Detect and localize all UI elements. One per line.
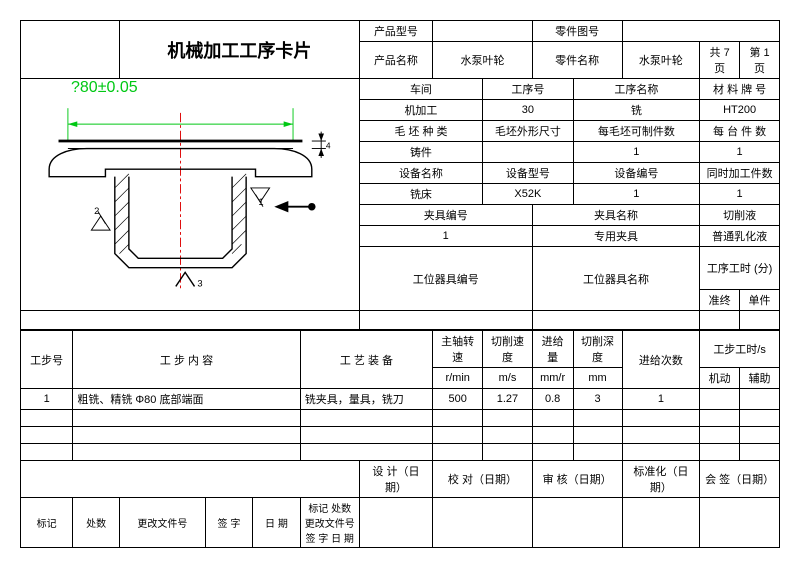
step-content: 粗铣、精铣 Φ80 底部端面 <box>73 389 300 410</box>
depth-header: 切削深度 <box>573 330 622 368</box>
part-drawing-no-label: 零件图号 <box>532 21 622 42</box>
step-no: 1 <box>21 389 73 410</box>
feed-unit: mm/r <box>532 368 573 389</box>
step-no-header: 工步号 <box>21 330 73 389</box>
audit-label: 审 核（日期） <box>532 461 622 498</box>
parts-per-blank-label: 每毛坯可制件数 <box>573 121 700 142</box>
svg-text:1: 1 <box>258 197 263 207</box>
table-row <box>21 444 780 461</box>
sign-label: 会 签（日期） <box>700 461 780 498</box>
table-row <box>21 410 780 427</box>
svg-text:2: 2 <box>94 206 99 216</box>
product-name-label: 产品名称 <box>359 42 432 79</box>
tool-name-label: 工位器具名称 <box>532 247 699 311</box>
date-label: 日 期 <box>253 498 301 548</box>
equip-no-value: 1 <box>573 184 700 205</box>
coolant-label: 切削液 <box>700 205 780 226</box>
check-label: 校 对（日期） <box>433 461 533 498</box>
depth-unit: mm <box>573 368 622 389</box>
process-time-label: 工序工时 (分) <box>700 247 780 290</box>
part-name-label: 零件名称 <box>532 42 622 79</box>
process-name-label: 工序名称 <box>573 79 700 100</box>
product-model-label: 产品型号 <box>359 21 432 42</box>
page-no: 第 1 页 <box>740 42 780 79</box>
tool-no-label: 工位器具编号 <box>359 247 532 311</box>
process-name-value: 铣 <box>573 100 700 121</box>
table-row <box>21 427 780 444</box>
step-spindle: 500 <box>433 389 483 410</box>
coolant-value: 普通乳化液 <box>700 226 780 247</box>
cut-speed-header: 切削速度 <box>483 330 533 368</box>
spindle-unit: r/min <box>433 368 483 389</box>
equip-name-value: 铣床 <box>359 184 482 205</box>
equip-model-label: 设备型号 <box>483 163 573 184</box>
spindle-header: 主轴转速 <box>433 330 483 368</box>
machine-header: 机动 <box>700 368 740 389</box>
workshop-value: 机加工 <box>359 100 482 121</box>
signed-label: 签 字 <box>205 498 252 548</box>
cut-speed-unit: m/s <box>483 368 533 389</box>
step-feed: 0.8 <box>532 389 573 410</box>
step-tooling: 铣夹具，量具，铣刀 <box>300 389 432 410</box>
drawing-svg: 2 1 3 4 <box>21 97 359 307</box>
design-label: 设 计（日 期） <box>359 461 432 498</box>
equip-no-label: 设备编号 <box>573 163 700 184</box>
svg-text:4: 4 <box>326 141 331 151</box>
step-depth: 3 <box>573 389 622 410</box>
unit-label: 单件 <box>740 290 780 311</box>
parts-per-set-value: 1 <box>700 142 780 163</box>
part-name-value: 水泵叶轮 <box>622 42 700 79</box>
step-count: 1 <box>622 389 700 410</box>
blank-dim-value <box>483 142 573 163</box>
dimension-text: ?80±0.05 <box>21 79 359 97</box>
simul-parts-value: 1 <box>700 184 780 205</box>
step-time-header: 工步工时/s <box>700 330 780 368</box>
product-model-value <box>433 21 533 42</box>
aux-header: 辅助 <box>740 368 780 389</box>
part-drawing-no-value <box>622 21 779 42</box>
mark-label: 标记 <box>21 498 73 548</box>
fixture-no-label: 夹具编号 <box>359 205 532 226</box>
feed-count-header: 进给次数 <box>622 330 700 389</box>
material-value: HT200 <box>700 100 780 121</box>
fixture-name-label: 夹具名称 <box>532 205 699 226</box>
parts-per-set-label: 每 台 件 数 <box>700 121 780 142</box>
equip-name-label: 设备名称 <box>359 163 482 184</box>
change-doc-label: 更改文件号 <box>120 498 206 548</box>
workshop-label: 车间 <box>359 79 482 100</box>
feed-header: 进给量 <box>532 330 573 368</box>
blank-dim-label: 毛坯外形尺寸 <box>483 121 573 142</box>
simul-parts-label: 同时加工件数 <box>700 163 780 184</box>
fixture-name-value: 专用夹具 <box>532 226 699 247</box>
process-no-value: 30 <box>483 100 573 121</box>
equip-model-value: X52K <box>483 184 573 205</box>
qty-label: 处数 <box>73 498 120 548</box>
total-pages: 共 7 页 <box>700 42 740 79</box>
step-cut-speed: 1.27 <box>483 389 533 410</box>
material-label: 材 料 牌 号 <box>700 79 780 100</box>
tooling-header: 工 艺 装 备 <box>300 330 432 389</box>
parts-per-blank-value: 1 <box>573 142 700 163</box>
blank-kind-label: 毛 坯 种 类 <box>359 121 482 142</box>
svg-text:3: 3 <box>197 278 202 288</box>
standard-label: 标准化（日期） <box>622 461 700 498</box>
fixture-no-value: 1 <box>359 226 532 247</box>
final-label: 准终 <box>700 290 740 311</box>
page-title: 机械加工工序卡片 <box>120 21 360 79</box>
blank-kind-value: 铸件 <box>359 142 482 163</box>
step-content-header: 工 步 内 容 <box>73 330 300 389</box>
drawing-area: ?80±0.05 <box>21 79 360 311</box>
table-row: 1 粗铣、精铣 Φ80 底部端面 铣夹具，量具，铣刀 500 1.27 0.8 … <box>21 389 780 410</box>
product-name-value: 水泵叶轮 <box>433 42 533 79</box>
process-no-label: 工序号 <box>483 79 573 100</box>
